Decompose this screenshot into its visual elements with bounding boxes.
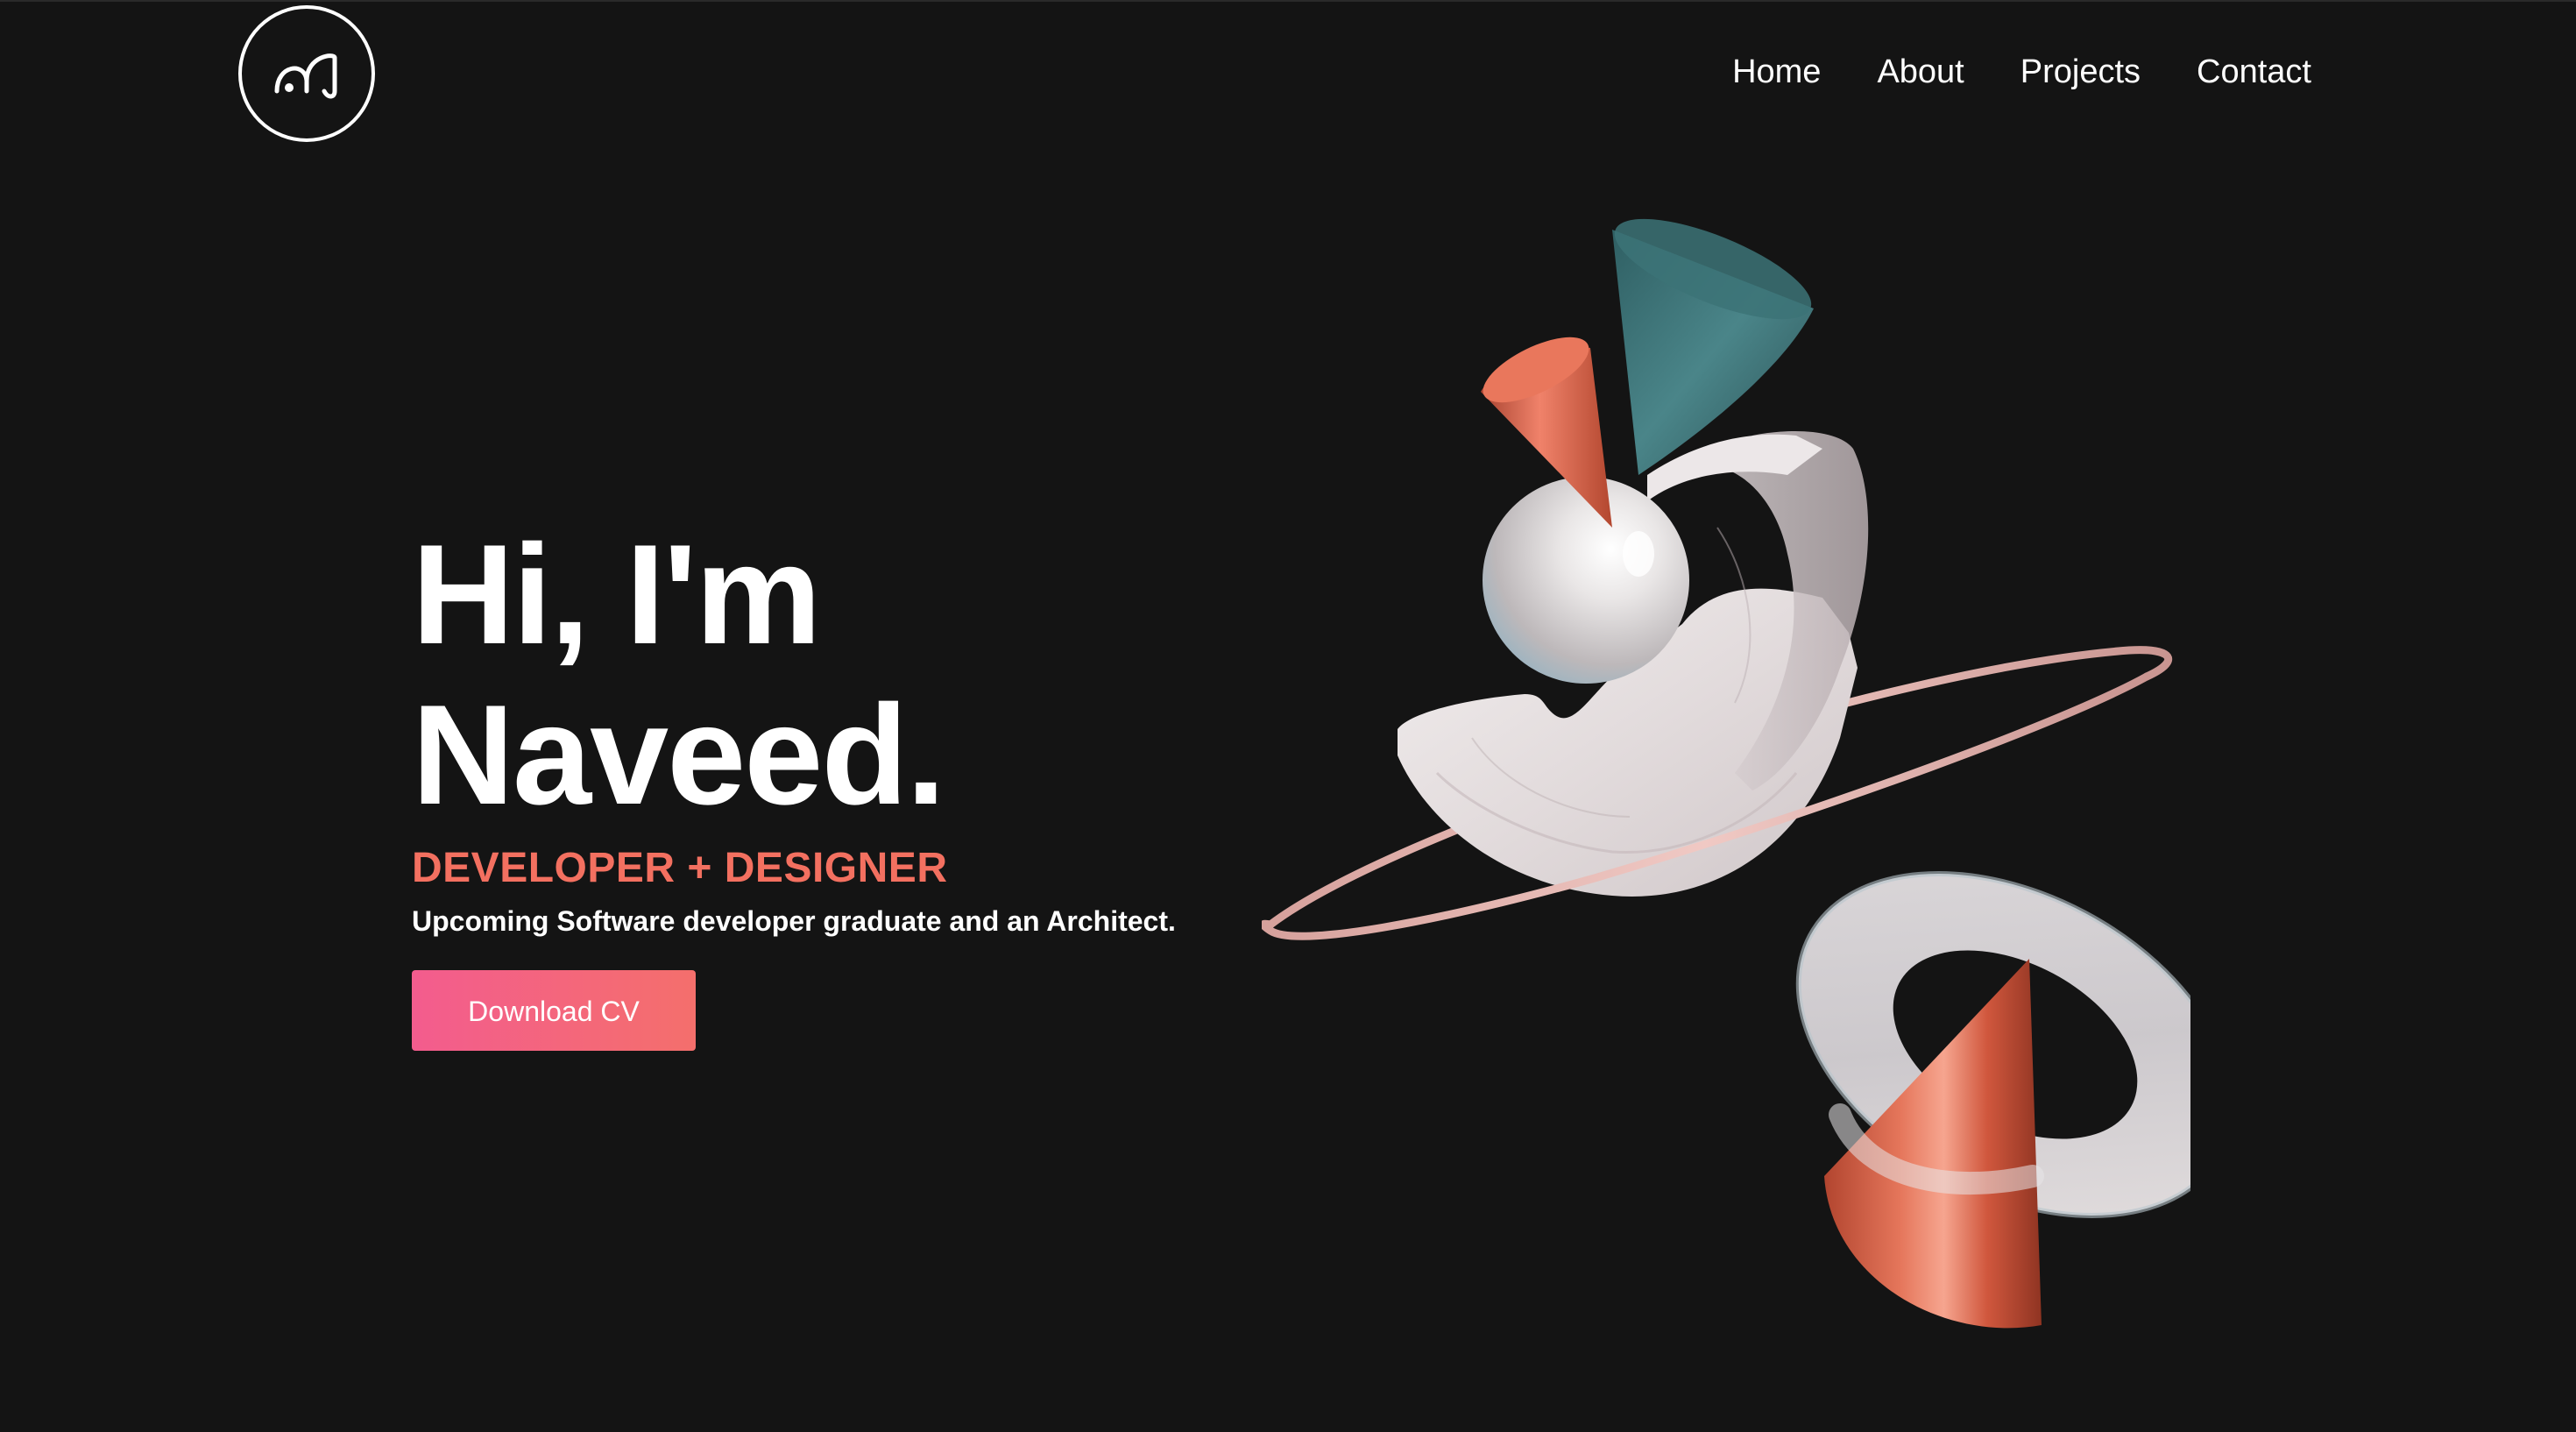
- hero-title: Hi, I'm Naveed.: [412, 514, 1200, 835]
- nav-about-link[interactable]: About: [1877, 46, 1964, 98]
- logo-icon[interactable]: [237, 4, 377, 144]
- abstract-shapes-illustration: [1262, 218, 2190, 1329]
- pearl-sphere: [1483, 477, 1689, 684]
- nav-contact-link[interactable]: Contact: [2197, 46, 2311, 98]
- hero-title-line-2: Naveed.: [412, 676, 945, 834]
- download-cv-button[interactable]: Download CV: [412, 970, 696, 1051]
- hero-section: Hi, I'm Naveed. DEVELOPER + DESIGNER Upc…: [412, 514, 1200, 1051]
- hero-description: Upcoming Software developer graduate and…: [412, 905, 1176, 937]
- landing-page: Home About Projects Contact Hi, I'm Nave…: [0, 0, 2576, 1432]
- hero-3d-illustration: [1262, 212, 2190, 1351]
- nav-home-link[interactable]: Home: [1732, 46, 1821, 98]
- hero-title-line-1: Hi, I'm: [412, 515, 822, 674]
- hero-subtitle: DEVELOPER + DESIGNER: [412, 845, 948, 891]
- nav-projects-link[interactable]: Projects: [2020, 46, 2141, 98]
- main-nav: Home About Projects Contact: [1732, 46, 2311, 98]
- logo-monogram-icon: [238, 5, 375, 142]
